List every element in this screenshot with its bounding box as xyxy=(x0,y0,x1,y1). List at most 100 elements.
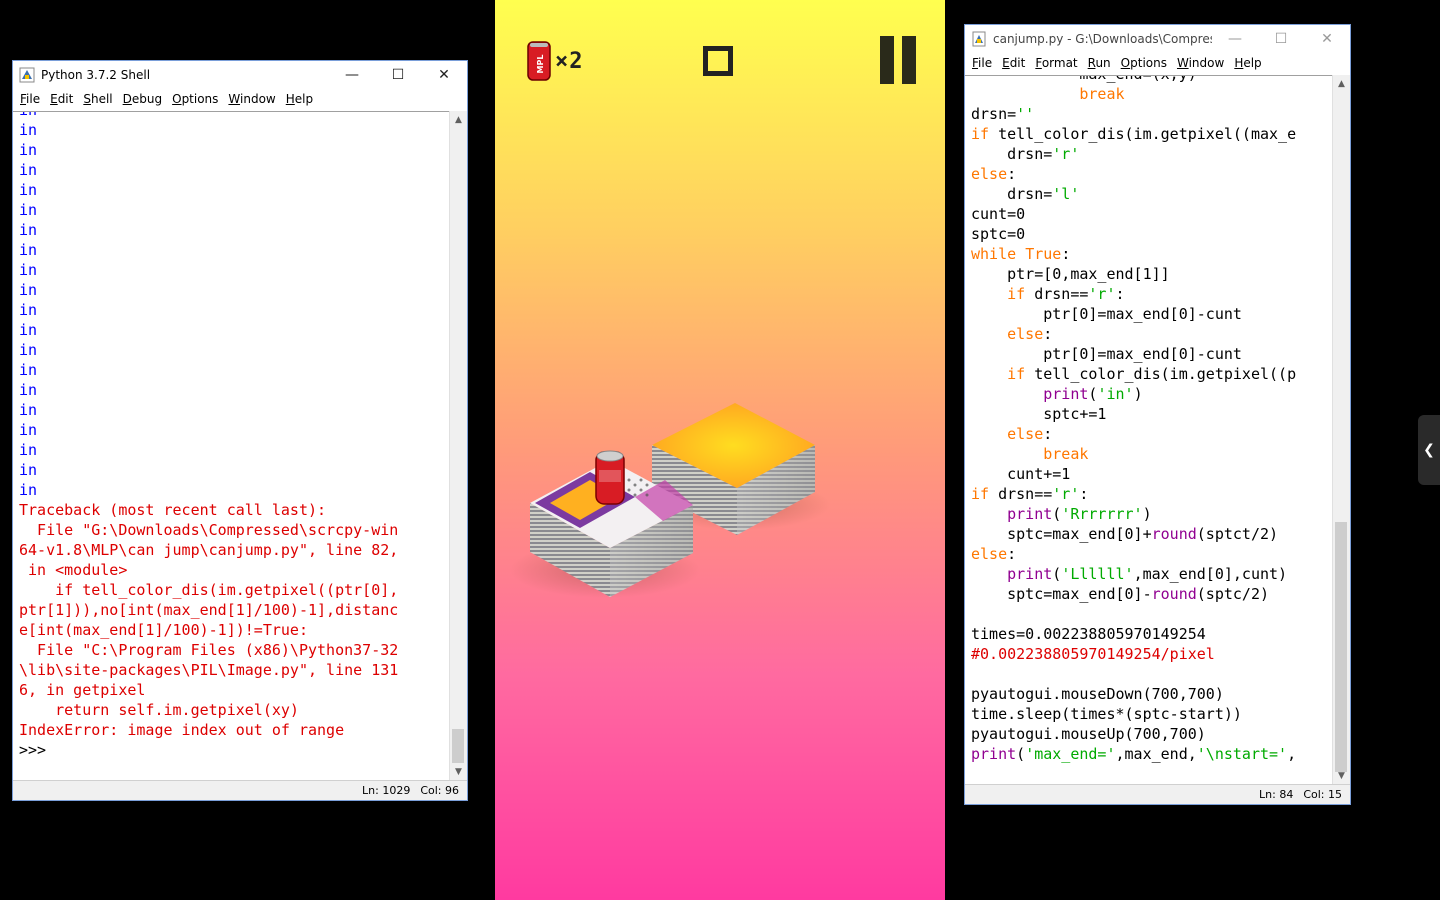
game-screen[interactable]: MPL ×2 xyxy=(495,0,945,900)
scroll-up-icon[interactable]: ▲ xyxy=(450,111,467,128)
code-token: round xyxy=(1151,585,1197,603)
code-token: sptc+=1 xyxy=(971,405,1107,423)
scroll-thumb[interactable] xyxy=(1335,522,1347,772)
menu-window[interactable]: Window xyxy=(1177,56,1224,70)
maximize-button[interactable]: ☐ xyxy=(1258,25,1304,53)
code-line: else: xyxy=(971,324,1333,344)
editor-statusbar: Ln: 84 Col: 15 xyxy=(965,784,1350,804)
code-line: print('Rrrrrrr') xyxy=(971,504,1333,524)
code-token: if xyxy=(971,485,990,503)
traceback-line: File "G:\Downloads\Compressed\scrcpy-win xyxy=(19,521,399,539)
scroll-up-icon[interactable]: ▲ xyxy=(1333,75,1350,92)
menu-shell[interactable]: Shell xyxy=(83,92,112,106)
code-token: ptr[0]=max_end[0]-cunt xyxy=(971,345,1242,363)
shell-text-area[interactable]: inininininininininininininininininininin… xyxy=(13,111,450,780)
code-token: drsn== xyxy=(989,485,1053,503)
shell-titlebar[interactable]: Python 3.7.2 Shell — ☐ ✕ xyxy=(13,61,467,89)
traceback-line: IndexError: image index out of range xyxy=(19,721,345,739)
editor-text-area[interactable]: max_end=(x,y) breakdrsn=''if tell_color_… xyxy=(965,75,1333,784)
menu-edit[interactable]: Edit xyxy=(1002,56,1025,70)
output-line: in xyxy=(19,461,38,479)
output-line: in xyxy=(19,261,38,279)
output-line: in xyxy=(19,321,38,339)
traceback-line: e[int(max_end[1]/100)-1])!=True: xyxy=(19,621,308,639)
code-token: ( xyxy=(1052,565,1062,583)
menu-help[interactable]: Help xyxy=(286,92,313,106)
code-token: ptr=[0,max_end[1]] xyxy=(971,265,1170,283)
code-token: 'r' xyxy=(1052,485,1080,503)
minimize-button[interactable]: — xyxy=(329,61,375,89)
output-line: in xyxy=(19,181,38,199)
code-token: drsn= xyxy=(971,185,1053,203)
code-token: if xyxy=(1007,365,1026,383)
output-line: in xyxy=(19,441,38,459)
output-line: in xyxy=(19,221,38,239)
menu-format[interactable]: Format xyxy=(1035,56,1077,70)
editor-window[interactable]: canjump.py - G:\Downloads\Compress... — … xyxy=(964,24,1351,805)
code-token: True xyxy=(1025,245,1062,263)
code-token: cunt+=1 xyxy=(971,465,1071,483)
maximize-button[interactable]: ☐ xyxy=(375,61,421,89)
code-token: break xyxy=(1079,85,1125,103)
minimize-button[interactable]: — xyxy=(1212,25,1258,53)
editor-code: max_end=(x,y) breakdrsn=''if tell_color_… xyxy=(965,76,1333,764)
code-token: break xyxy=(1043,445,1089,463)
scroll-down-icon[interactable]: ▼ xyxy=(450,763,467,780)
traceback-line: 6, in getpixel xyxy=(19,681,146,699)
scroll-thumb[interactable] xyxy=(452,729,464,763)
scroll-down-icon[interactable]: ▼ xyxy=(1333,767,1350,784)
code-token: 'Rrrrrrr' xyxy=(1061,505,1143,523)
menu-run[interactable]: Run xyxy=(1088,56,1111,70)
code-token: : xyxy=(1079,485,1089,503)
code-token: ) xyxy=(1133,385,1143,403)
code-token: print xyxy=(1007,505,1053,523)
traceback-line: return self.im.getpixel(xy) xyxy=(19,701,299,719)
python-shell-window[interactable]: Python 3.7.2 Shell — ☐ ✕ File Edit Shell… xyxy=(12,60,468,801)
code-line: pyautogui.mouseDown(700,700) xyxy=(971,684,1333,704)
code-line: else: xyxy=(971,424,1333,444)
editor-scrollbar[interactable]: ▲ ▼ xyxy=(1332,75,1350,784)
menu-options[interactable]: Options xyxy=(172,92,218,106)
close-button[interactable]: ✕ xyxy=(1304,25,1350,53)
menu-window[interactable]: Window xyxy=(228,92,275,106)
code-line: time.sleep(times*(sptc-start)) xyxy=(971,704,1333,724)
code-token: cunt=0 xyxy=(971,205,1026,223)
close-button[interactable]: ✕ xyxy=(421,61,467,89)
code-token: 'Llllll' xyxy=(1061,565,1134,583)
shell-output: inininininininininininininininininininin… xyxy=(13,112,450,760)
code-token: : xyxy=(1115,285,1125,303)
code-token: 'r' xyxy=(1088,285,1116,303)
shell-scrollbar[interactable]: ▲ ▼ xyxy=(449,111,467,780)
editor-titlebar[interactable]: canjump.py - G:\Downloads\Compress... — … xyxy=(965,25,1350,53)
code-token: print xyxy=(971,745,1017,763)
code-token: 'max_end=' xyxy=(1025,745,1116,763)
menu-debug[interactable]: Debug xyxy=(123,92,162,106)
code-token: 'in' xyxy=(1097,385,1134,403)
code-token: ( xyxy=(1052,505,1062,523)
code-line: else: xyxy=(971,544,1333,564)
menu-options[interactable]: Options xyxy=(1121,56,1167,70)
code-line: break xyxy=(971,444,1333,464)
code-token: print xyxy=(1007,565,1053,583)
code-line: drsn='l' xyxy=(971,184,1333,204)
code-line: if tell_color_dis(im.getpixel((p xyxy=(971,364,1333,384)
shell-prompt[interactable]: >>> xyxy=(19,741,46,759)
code-token: time.sleep(times*(sptc-start)) xyxy=(971,705,1242,723)
code-token: pyautogui.mouseDown(700,700) xyxy=(971,685,1224,703)
menu-help[interactable]: Help xyxy=(1234,56,1261,70)
output-line: in xyxy=(19,241,38,259)
code-token: times=0.002238805970149254 xyxy=(971,625,1206,643)
code-line: while True: xyxy=(971,244,1333,264)
menu-file[interactable]: File xyxy=(972,56,992,70)
menu-file[interactable]: File xyxy=(20,92,40,106)
python-icon xyxy=(19,67,35,83)
traceback-line: 64-v1.8\MLP\can jump\canjump.py", line 8… xyxy=(19,541,399,559)
code-line: times=0.002238805970149254 xyxy=(971,624,1333,644)
code-token: else xyxy=(1007,325,1044,343)
menu-edit[interactable]: Edit xyxy=(50,92,73,106)
code-line: else: xyxy=(971,164,1333,184)
side-panel-toggle[interactable]: ❮ xyxy=(1418,415,1440,485)
